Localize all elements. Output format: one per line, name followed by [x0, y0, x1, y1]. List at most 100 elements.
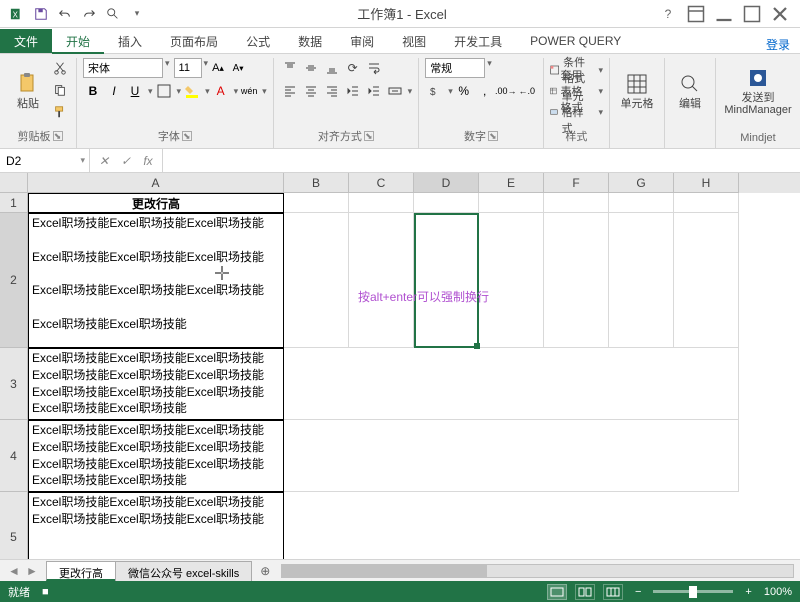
border-icon[interactable] [154, 81, 174, 101]
redo-icon[interactable] [78, 3, 100, 25]
excel-icon[interactable]: X [6, 3, 28, 25]
zoom-slider[interactable] [653, 590, 733, 593]
align-top-icon[interactable] [280, 58, 300, 78]
sheet-nav-prev-icon[interactable]: ◄ [6, 563, 22, 579]
view-pagelayout-icon[interactable] [575, 584, 595, 600]
increase-decimal-icon[interactable]: .00→ [496, 81, 516, 101]
align-bottom-icon[interactable] [322, 58, 342, 78]
fx-icon[interactable]: fx [138, 151, 158, 171]
decrease-decimal-icon[interactable]: ←.0 [517, 81, 537, 101]
maximize-icon[interactable] [740, 4, 764, 24]
mindmanager-button[interactable]: 发送到MindManager [722, 58, 794, 124]
tab-insert[interactable]: 插入 [104, 29, 156, 53]
tab-powerquery[interactable]: POWER QUERY [516, 29, 635, 53]
zoom-level[interactable]: 100% [764, 586, 792, 598]
launcher-clipboard[interactable]: ⬊ [53, 131, 63, 141]
row-1[interactable]: 1 [0, 193, 28, 213]
touch-mode-icon[interactable] [102, 3, 124, 25]
col-h[interactable]: H [674, 173, 739, 193]
ribbon-options-icon[interactable] [684, 4, 708, 24]
row-3[interactable]: 3 [0, 348, 28, 420]
col-a[interactable]: A [28, 173, 284, 193]
wrap-text-icon[interactable] [364, 58, 384, 78]
bold-icon[interactable]: B [83, 81, 103, 101]
view-normal-icon[interactable] [547, 584, 567, 600]
copy-icon[interactable] [50, 80, 70, 100]
view-pagebreak-icon[interactable] [603, 584, 623, 600]
horizontal-scrollbar[interactable] [281, 564, 794, 578]
cells-button[interactable]: 单元格 [616, 58, 658, 124]
tab-developer[interactable]: 开发工具 [440, 29, 516, 53]
minimize-icon[interactable] [712, 4, 736, 24]
tab-formulas[interactable]: 公式 [232, 29, 284, 53]
comma-icon[interactable]: , [475, 81, 495, 101]
fill-color-icon[interactable] [182, 81, 202, 101]
sheet-nav-next-icon[interactable]: ► [24, 563, 40, 579]
tab-view[interactable]: 视图 [388, 29, 440, 53]
tab-review[interactable]: 审阅 [336, 29, 388, 53]
cell-grid[interactable]: 更改行高 Excel职场技能Excel职场技能Excel职场技能 Excel职场… [28, 193, 800, 559]
help-icon[interactable]: ? [656, 4, 680, 24]
add-sheet-icon[interactable]: ⊕ [255, 561, 275, 581]
decrease-font-icon[interactable]: A▾ [228, 58, 248, 78]
col-d[interactable]: D [414, 173, 479, 193]
underline-icon[interactable]: U [125, 81, 145, 101]
merge-icon[interactable] [385, 81, 405, 101]
formula-input[interactable] [163, 149, 800, 172]
launcher-number[interactable]: ⬊ [488, 131, 498, 141]
accounting-icon[interactable]: $ [425, 81, 445, 101]
font-name-input[interactable] [83, 58, 163, 78]
decrease-indent-icon[interactable] [343, 81, 363, 101]
row-4[interactable]: 4 [0, 420, 28, 492]
cell-a4[interactable]: Excel职场技能Excel职场技能Excel职场技能 Excel职场技能Exc… [28, 420, 284, 492]
phonetic-icon[interactable]: wén [239, 81, 259, 101]
row-5[interactable]: 5 [0, 492, 28, 559]
increase-indent-icon[interactable] [364, 81, 384, 101]
cell-a5[interactable]: Excel职场技能Excel职场技能Excel职场技能 Excel职场技能Exc… [28, 492, 284, 559]
align-middle-icon[interactable] [301, 58, 321, 78]
save-icon[interactable] [30, 3, 52, 25]
col-c[interactable]: C [349, 173, 414, 193]
zoom-in-icon[interactable]: + [741, 586, 755, 598]
close-icon[interactable] [768, 4, 792, 24]
cell-a3[interactable]: Excel职场技能Excel职场技能Excel职场技能 Excel职场技能Exc… [28, 348, 284, 420]
cut-icon[interactable] [50, 58, 70, 78]
qat-more-icon[interactable]: ▾ [126, 3, 148, 25]
number-format-input[interactable] [425, 58, 485, 78]
cancel-formula-icon[interactable]: ✕ [94, 151, 114, 171]
font-size-input[interactable] [174, 58, 202, 78]
tab-layout[interactable]: 页面布局 [156, 29, 232, 53]
italic-icon[interactable]: I [104, 81, 124, 101]
font-color-icon[interactable]: A [211, 81, 231, 101]
macro-record-icon[interactable]: ■ [42, 586, 49, 598]
enter-formula-icon[interactable]: ✓ [116, 151, 136, 171]
editing-button[interactable]: 编辑 [671, 58, 709, 124]
zoom-out-icon[interactable]: − [631, 586, 645, 598]
login-link[interactable]: 登录 [766, 36, 800, 53]
sheet-tab-1[interactable]: 更改行高 [46, 561, 116, 581]
format-painter-icon[interactable] [50, 102, 70, 122]
align-right-icon[interactable] [322, 81, 342, 101]
cell-styles-button[interactable]: 单元格样式▾ [550, 102, 603, 122]
align-left-icon[interactable] [280, 81, 300, 101]
launcher-font[interactable]: ⬊ [182, 131, 192, 141]
tab-data[interactable]: 数据 [284, 29, 336, 53]
row-2[interactable]: 2 [0, 213, 28, 348]
col-e[interactable]: E [479, 173, 544, 193]
col-b[interactable]: B [284, 173, 349, 193]
file-tab[interactable]: 文件 [0, 29, 52, 53]
orientation-icon[interactable]: ⟳ [343, 58, 363, 78]
launcher-align[interactable]: ⬊ [364, 131, 374, 141]
cell-a2[interactable]: Excel职场技能Excel职场技能Excel职场技能 Excel职场技能Exc… [28, 213, 284, 348]
font-name-drop[interactable]: ▾ [163, 58, 170, 78]
percent-icon[interactable]: % [454, 81, 474, 101]
col-g[interactable]: G [609, 173, 674, 193]
name-box[interactable]: D2 [0, 149, 90, 172]
align-center-icon[interactable] [301, 81, 321, 101]
cell-a1[interactable]: 更改行高 [28, 193, 284, 213]
select-all-corner[interactable] [0, 173, 28, 193]
tab-home[interactable]: 开始 [52, 30, 104, 54]
undo-icon[interactable] [54, 3, 76, 25]
col-f[interactable]: F [544, 173, 609, 193]
paste-button[interactable]: 粘贴 [10, 58, 46, 124]
